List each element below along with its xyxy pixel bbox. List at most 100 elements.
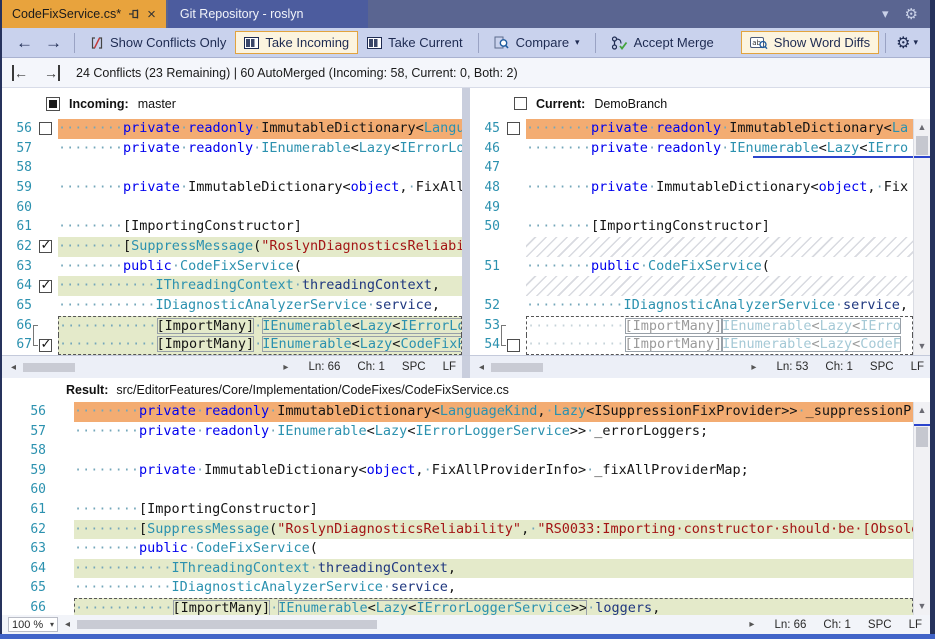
- result-hscrollbar[interactable]: [75, 620, 744, 629]
- scroll-up-arrow[interactable]: ▲: [914, 403, 930, 418]
- forward-button[interactable]: →: [39, 33, 68, 53]
- code-line[interactable]: 50········[ImportingConstructor]: [470, 217, 913, 237]
- result-vertical-scrollbar[interactable]: ▲ ▼: [913, 402, 930, 615]
- back-button[interactable]: ←: [10, 33, 39, 53]
- pane-divider[interactable]: [462, 88, 470, 355]
- settings-button[interactable]: ⚙ ▾: [892, 33, 922, 53]
- code-line[interactable]: 63········public·CodeFixService(: [2, 257, 462, 277]
- code-line[interactable]: 59········private·ImmutableDictionary<ob…: [2, 461, 913, 481]
- accept-merge-button[interactable]: Accept Merge: [602, 31, 723, 54]
- incoming-pane: Incoming: master 56········private·reado…: [2, 88, 462, 355]
- word-diff-box: IEnumerable<Lazy<CodeFixP: [262, 336, 462, 352]
- current-diff-marker: [914, 156, 930, 158]
- gear-icon: ⚙: [896, 33, 910, 53]
- tab-codefixservice[interactable]: CodeFixService.cs* ×: [2, 0, 166, 28]
- compare-icon: [494, 36, 510, 50]
- scroll-thumb[interactable]: [77, 620, 377, 629]
- close-icon[interactable]: ×: [147, 7, 156, 22]
- previous-conflict-button[interactable]: ←: [12, 65, 28, 81]
- scroll-thumb[interactable]: [916, 427, 928, 447]
- show-conflicts-only-button[interactable]: Show Conflicts Only: [81, 31, 235, 54]
- line-number: 65: [10, 296, 32, 316]
- code-line[interactable]: 64············IThreadingContext·threadin…: [2, 559, 913, 579]
- show-word-diffs-button[interactable]: ab Show Word Diffs: [741, 31, 879, 54]
- dropdown-arrow-icon: ▾: [50, 620, 54, 629]
- gear-icon[interactable]: ⚙: [905, 5, 918, 23]
- scroll-thumb[interactable]: [23, 363, 75, 372]
- code-line[interactable]: 58: [2, 441, 913, 461]
- code-line[interactable]: 54············[ImportMany]IEnumerable<La…: [470, 335, 913, 355]
- code-line[interactable]: 61········[ImportingConstructor]: [2, 217, 462, 237]
- incoming-branch: master: [138, 97, 176, 111]
- take-current-button[interactable]: Take Current: [358, 31, 471, 54]
- conflict-pair-bracket: [501, 334, 506, 346]
- line-checkbox[interactable]: [39, 240, 52, 253]
- line-checkbox[interactable]: [507, 339, 520, 352]
- code-line[interactable]: 60: [2, 198, 462, 218]
- code-line[interactable]: 67············[ImportMany]·IEnumerable<L…: [2, 335, 462, 355]
- code-line[interactable]: 58: [2, 158, 462, 178]
- scroll-down-arrow[interactable]: ▼: [914, 599, 930, 614]
- column-indicator: Ch: 1: [825, 361, 853, 373]
- scroll-right-arrow[interactable]: ▸: [746, 619, 757, 630]
- code-line[interactable]: 62········[SuppressMessage("RoslynDiagno…: [2, 520, 913, 540]
- line-checkbox[interactable]: [39, 280, 52, 293]
- code-line[interactable]: 56········private·readonly·ImmutableDict…: [2, 402, 913, 422]
- eol-indicator: LF: [911, 361, 924, 373]
- compare-button[interactable]: Compare ▾: [485, 31, 589, 54]
- scroll-right-arrow[interactable]: ▸: [280, 362, 291, 373]
- code-line[interactable]: 48········private·ImmutableDictionary<ob…: [470, 178, 913, 198]
- tab-git-repository[interactable]: Git Repository - roslyn: [168, 0, 368, 28]
- current-vertical-scrollbar[interactable]: ▲ ▼: [913, 119, 930, 355]
- line-checkbox[interactable]: [39, 339, 52, 352]
- code-line[interactable]: 65············IDiagnosticAnalyzerService…: [2, 578, 913, 598]
- code-line[interactable]: 52············IDiagnosticAnalyzerService…: [470, 296, 913, 316]
- code-line[interactable]: 66············[ImportMany]·IEnumerable<L…: [2, 316, 462, 336]
- take-incoming-button[interactable]: Take Incoming: [235, 31, 358, 54]
- hatch-row: [470, 276, 913, 296]
- code-line[interactable]: 53············[ImportMany]IEnumerable<La…: [470, 316, 913, 336]
- code-line[interactable]: 62········[SuppressMessage("RoslynDiagno…: [2, 237, 462, 257]
- zoom-select[interactable]: 100 % ▾: [8, 617, 58, 632]
- code-line[interactable]: 61········[ImportingConstructor]: [2, 500, 913, 520]
- code-line[interactable]: 56········private·readonly·ImmutableDict…: [2, 119, 462, 139]
- line-number: 46: [478, 139, 500, 159]
- line-checkbox[interactable]: [507, 122, 520, 135]
- code-line[interactable]: 51········public·CodeFixService(: [470, 257, 913, 277]
- pin-icon[interactable]: [128, 8, 140, 20]
- scroll-down-arrow[interactable]: ▼: [914, 339, 930, 354]
- separator: [478, 33, 479, 53]
- code-line[interactable]: 60: [2, 480, 913, 500]
- scroll-left-arrow[interactable]: ◂: [62, 619, 73, 630]
- scroll-thumb[interactable]: [491, 363, 543, 372]
- line-number: [478, 237, 500, 257]
- code-line[interactable]: 59········private·ImmutableDictionary<ob…: [2, 178, 462, 198]
- code-line[interactable]: 57········private·readonly·IEnumerable<L…: [2, 422, 913, 442]
- line-number: 57: [10, 422, 46, 442]
- code-line[interactable]: 46········private·readonly·IEnumerable<L…: [470, 139, 913, 159]
- code-line[interactable]: 63········public·CodeFixService(: [2, 539, 913, 559]
- code-line[interactable]: 45········private·readonly·ImmutableDict…: [470, 119, 913, 139]
- line-checkbox[interactable]: [39, 122, 52, 135]
- line-number: 49: [478, 198, 500, 218]
- current-diff-marker: [914, 424, 930, 426]
- code-line[interactable]: 47: [470, 158, 913, 178]
- next-conflict-button[interactable]: →: [44, 65, 60, 81]
- scroll-left-arrow[interactable]: ◂: [8, 362, 19, 373]
- current-select-all-checkbox[interactable]: [514, 97, 527, 110]
- word-diff-box: [ImportMany]: [157, 336, 255, 352]
- line-number: 61: [10, 217, 32, 237]
- current-hscrollbar[interactable]: [489, 363, 746, 372]
- code-line[interactable]: 64············IThreadingContext·threadin…: [2, 276, 462, 296]
- code-line[interactable]: 49: [470, 198, 913, 218]
- incoming-hscrollbar[interactable]: [21, 363, 278, 372]
- chevron-down-icon[interactable]: ▾: [882, 6, 889, 22]
- code-line[interactable]: 66············[ImportMany]·IEnumerable<L…: [2, 598, 913, 615]
- scroll-right-arrow[interactable]: ▸: [748, 362, 759, 373]
- incoming-select-all-checkbox[interactable]: [46, 97, 60, 111]
- code-line[interactable]: 57········private·readonly·IEnumerable<L…: [2, 139, 462, 159]
- scroll-left-arrow[interactable]: ◂: [476, 362, 487, 373]
- scroll-thumb[interactable]: [916, 136, 928, 155]
- code-line[interactable]: 65············IDiagnosticAnalyzerService…: [2, 296, 462, 316]
- scroll-up-arrow[interactable]: ▲: [914, 120, 930, 135]
